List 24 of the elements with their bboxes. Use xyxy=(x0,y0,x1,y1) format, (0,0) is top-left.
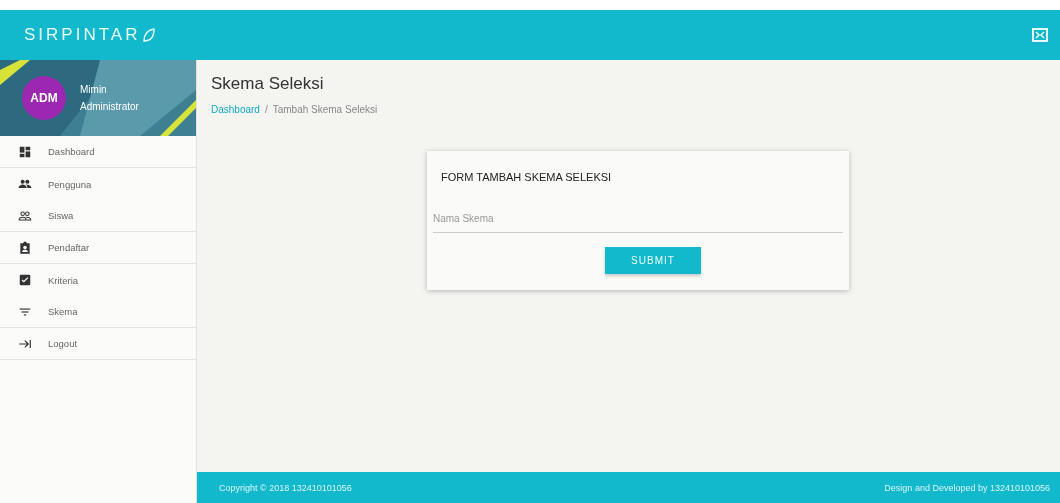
sidebar-item[interactable]: Siswa xyxy=(0,200,196,232)
leaf-icon xyxy=(142,27,157,43)
app-logo: SIRPINTAR xyxy=(24,25,141,45)
people-icon xyxy=(18,177,32,191)
breadcrumb-separator: / xyxy=(264,104,268,115)
credit-text: Design and Developed by 132410101056 xyxy=(884,482,1050,493)
copyright-text: Copyright © 2018 132410101056 xyxy=(219,482,352,493)
user-name: Mimin xyxy=(80,84,108,95)
sidebar-item[interactable]: Logout xyxy=(0,328,196,360)
sidebar-item[interactable]: Pendaftar xyxy=(0,232,196,264)
page-title: Skema Seleksi xyxy=(211,74,325,94)
input-field[interactable]: Nama Skema xyxy=(433,209,843,233)
check-icon xyxy=(18,273,32,287)
sidebar-item[interactable]: Kriteria xyxy=(0,264,196,296)
user-role: Administrator xyxy=(80,101,139,112)
breadcrumb-current: Tambah Skema Seleksi xyxy=(272,104,378,115)
sidebar-item[interactable]: Dashboard xyxy=(0,136,196,168)
people-outline-icon xyxy=(18,208,32,223)
form-title: FORM TAMBAH SKEMA SELEKSI xyxy=(440,171,613,183)
sidebar-item[interactable]: Skema xyxy=(0,296,196,328)
dashboard-icon xyxy=(18,144,32,159)
sidebar-item[interactable]: Pengguna xyxy=(0,168,196,200)
badge-icon xyxy=(18,240,32,255)
fullscreen-icon[interactable] xyxy=(1032,28,1048,42)
